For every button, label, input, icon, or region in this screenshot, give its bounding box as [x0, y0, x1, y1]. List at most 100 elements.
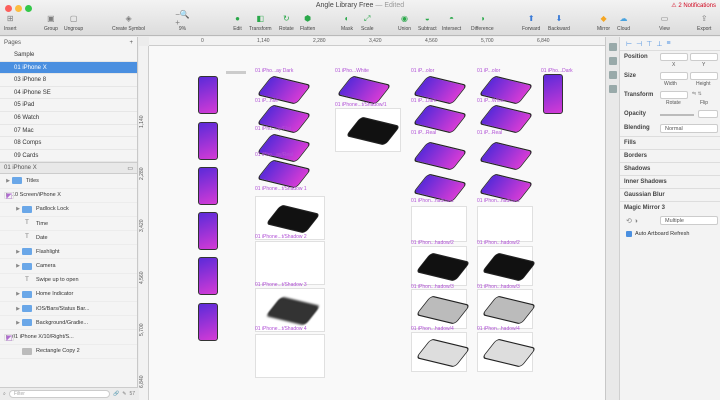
small-artboard[interactable] [226, 71, 246, 74]
flip-icon[interactable]: ⇋ ⇅ [692, 91, 702, 97]
artboard-label[interactable]: 01 iP...Real [477, 130, 502, 136]
scale-button[interactable]: ⤢ Scale [361, 13, 374, 32]
disclosure-triangle-icon[interactable]: ▶ [14, 249, 22, 255]
page-item[interactable]: 05 iPad [0, 99, 137, 112]
rotate-button[interactable]: ↻ Rotate [279, 13, 294, 32]
page-item[interactable]: 06 Watch [0, 112, 137, 125]
notifications-badge[interactable]: ⚠ 2 Notifications [671, 2, 716, 9]
align-top-icon[interactable]: ⊥ [656, 40, 662, 48]
grid-icon[interactable] [608, 57, 617, 65]
layer-row[interactable]: ▶ ◩ 10 Screen/iPhone X [0, 189, 137, 203]
shadow-artboard[interactable] [477, 206, 533, 242]
shadow-artboard[interactable] [477, 289, 537, 329]
symbol-icon[interactable] [608, 85, 617, 93]
disclosure-triangle-icon[interactable]: ▶ [14, 263, 22, 269]
tilted-phone[interactable] [336, 75, 392, 105]
layer-row[interactable]: T Swipe up to open [0, 274, 137, 288]
create-symbol-button[interactable]: ◈ Create Symbol [112, 13, 145, 32]
artboard-label[interactable]: 01 iPhon...hadow/2 [477, 240, 520, 246]
artboard-label[interactable]: 01 iPhone...t/Shadow 3 [255, 282, 307, 288]
group-button[interactable]: ▣ Group [44, 13, 58, 32]
position-x-input[interactable] [660, 53, 688, 61]
edit-button[interactable]: ● Edit [232, 13, 243, 32]
artboard-label[interactable]: 01 iPhon...hadow/1 [411, 198, 454, 204]
shadow-artboard[interactable] [411, 332, 471, 372]
layer-row[interactable]: ▶ Padlock Lock [0, 203, 137, 217]
opacity-input[interactable] [698, 110, 718, 118]
artboard-label[interactable]: 01 iP...hite [255, 98, 278, 104]
shadow-artboard[interactable] [411, 206, 467, 242]
layer-row[interactable]: ▶ Flashlight [0, 245, 137, 260]
ruler-top[interactable]: 0 1,140 2,280 3,420 4,560 5,700 6,840 [149, 37, 605, 46]
page-item[interactable]: 09 Cards [0, 150, 137, 163]
tilted-phone[interactable] [256, 133, 312, 163]
rotate-input[interactable] [660, 91, 688, 99]
artboard-label[interactable]: 01 iPhon...hadow/1 [477, 198, 520, 204]
position-y-input[interactable] [690, 53, 718, 61]
shadow-artboard[interactable] [255, 241, 325, 285]
artboard-label[interactable]: 01 iPhone...t/Shadow/1 [335, 102, 387, 108]
phone-artboard[interactable] [198, 167, 218, 205]
mask-button[interactable]: ◐ Mask [341, 13, 353, 32]
artboard-label[interactable]: 01 iPhone...t/Shadow 4 [255, 326, 307, 332]
inspector-section[interactable]: Borders [620, 149, 720, 162]
artboard-label[interactable]: 01 iPho...ay/Flat [255, 126, 291, 132]
page-item[interactable]: Sample [0, 49, 137, 62]
artboard-label[interactable]: 01 iPhon...hadow/4 [477, 326, 520, 332]
page-item[interactable]: 01 iPhone X [0, 61, 137, 75]
artboard-label[interactable]: 01 iPho...ay/Real [255, 152, 293, 158]
artboard-label[interactable]: 01 iPhone...t/Shadow 1 [255, 186, 307, 192]
mirror-mode-select[interactable]: Multiple [660, 216, 718, 225]
inspector-section[interactable]: Shadows [620, 162, 720, 175]
union-button[interactable]: ◉ Union [398, 13, 411, 32]
layer-row[interactable]: ▶ Background/Gradie... [0, 316, 137, 331]
layer-row[interactable]: Rectangle Copy 2 [0, 345, 137, 359]
layers-icon[interactable] [608, 71, 617, 79]
artboard-label[interactable]: 01 iPho...White [335, 68, 369, 74]
phone-artboard[interactable] [198, 122, 218, 160]
layer-row[interactable]: ▶ iOS/Bars/Status Bar... [0, 302, 137, 317]
intersect-button[interactable]: ◓ Intersect [442, 13, 461, 32]
transform-button[interactable]: ◧ Transform [249, 13, 272, 32]
page-item[interactable]: 08 Comps [0, 137, 137, 150]
shadow-artboard[interactable] [255, 334, 325, 378]
shadow-artboard[interactable] [411, 246, 471, 286]
artboard-label[interactable]: 01 iP...Dark [411, 98, 436, 104]
distribute-icon[interactable]: ≡ [666, 40, 670, 47]
inspector-section[interactable]: Fills [620, 136, 720, 149]
phone-artboard[interactable] [198, 212, 218, 250]
artboard-label[interactable]: 01 iPhon...hadow/3 [411, 284, 454, 290]
disclosure-triangle-icon[interactable]: ▶ [14, 206, 22, 212]
align-center-icon[interactable]: ⊣ [636, 40, 642, 48]
phone-artboard[interactable] [198, 257, 218, 295]
page-item[interactable]: 07 Mac [0, 125, 137, 138]
difference-button[interactable]: ◑ Difference [471, 13, 494, 32]
zoom-control[interactable]: −🔍+ 9% [175, 10, 190, 32]
edit-layer-icon[interactable]: ✎ [122, 391, 126, 397]
tilted-phone[interactable] [256, 159, 312, 189]
cloud-button[interactable]: ☁ Cloud [617, 13, 630, 32]
mirror-button[interactable]: ◆ Mirror [597, 13, 610, 32]
inspector-section[interactable]: Inner Shadows [620, 175, 720, 188]
disclosure-triangle-icon[interactable]: ▶ [14, 306, 22, 312]
opacity-slider[interactable] [660, 114, 694, 116]
phone-artboard[interactable] [198, 76, 218, 114]
view-button[interactable]: ▭ View [659, 13, 670, 32]
height-input[interactable] [690, 72, 718, 80]
shadow-artboard[interactable] [477, 332, 537, 372]
artboard-label[interactable]: 01 iP...olor [411, 68, 434, 74]
export-button[interactable]: ⇪ Export [697, 13, 711, 32]
forward-button[interactable]: ⬆ Forward [522, 13, 540, 32]
tilted-phone[interactable] [412, 141, 468, 171]
insert-button[interactable]: ⊞ Insert [4, 13, 17, 32]
mirror-mode-icons[interactable]: ⟲ ◑ [626, 217, 638, 225]
artboard-label[interactable]: 01 iPho...ay Dark [255, 68, 293, 74]
layer-row[interactable]: T Time [0, 217, 137, 232]
inspector-section[interactable]: Gaussian Blur [620, 188, 720, 201]
canvas[interactable]: 01 iPho...ay Dark 01 iPho...White 01 iP...… [149, 46, 605, 400]
artboard-label[interactable]: 01 iPhon...hadow/2 [411, 240, 454, 246]
flatten-button[interactable]: ⬢ Flatten [300, 13, 315, 32]
blending-select[interactable]: Normal [660, 124, 718, 133]
align-right-icon[interactable]: ⊤ [646, 40, 652, 48]
shadow-artboard[interactable] [411, 289, 471, 329]
